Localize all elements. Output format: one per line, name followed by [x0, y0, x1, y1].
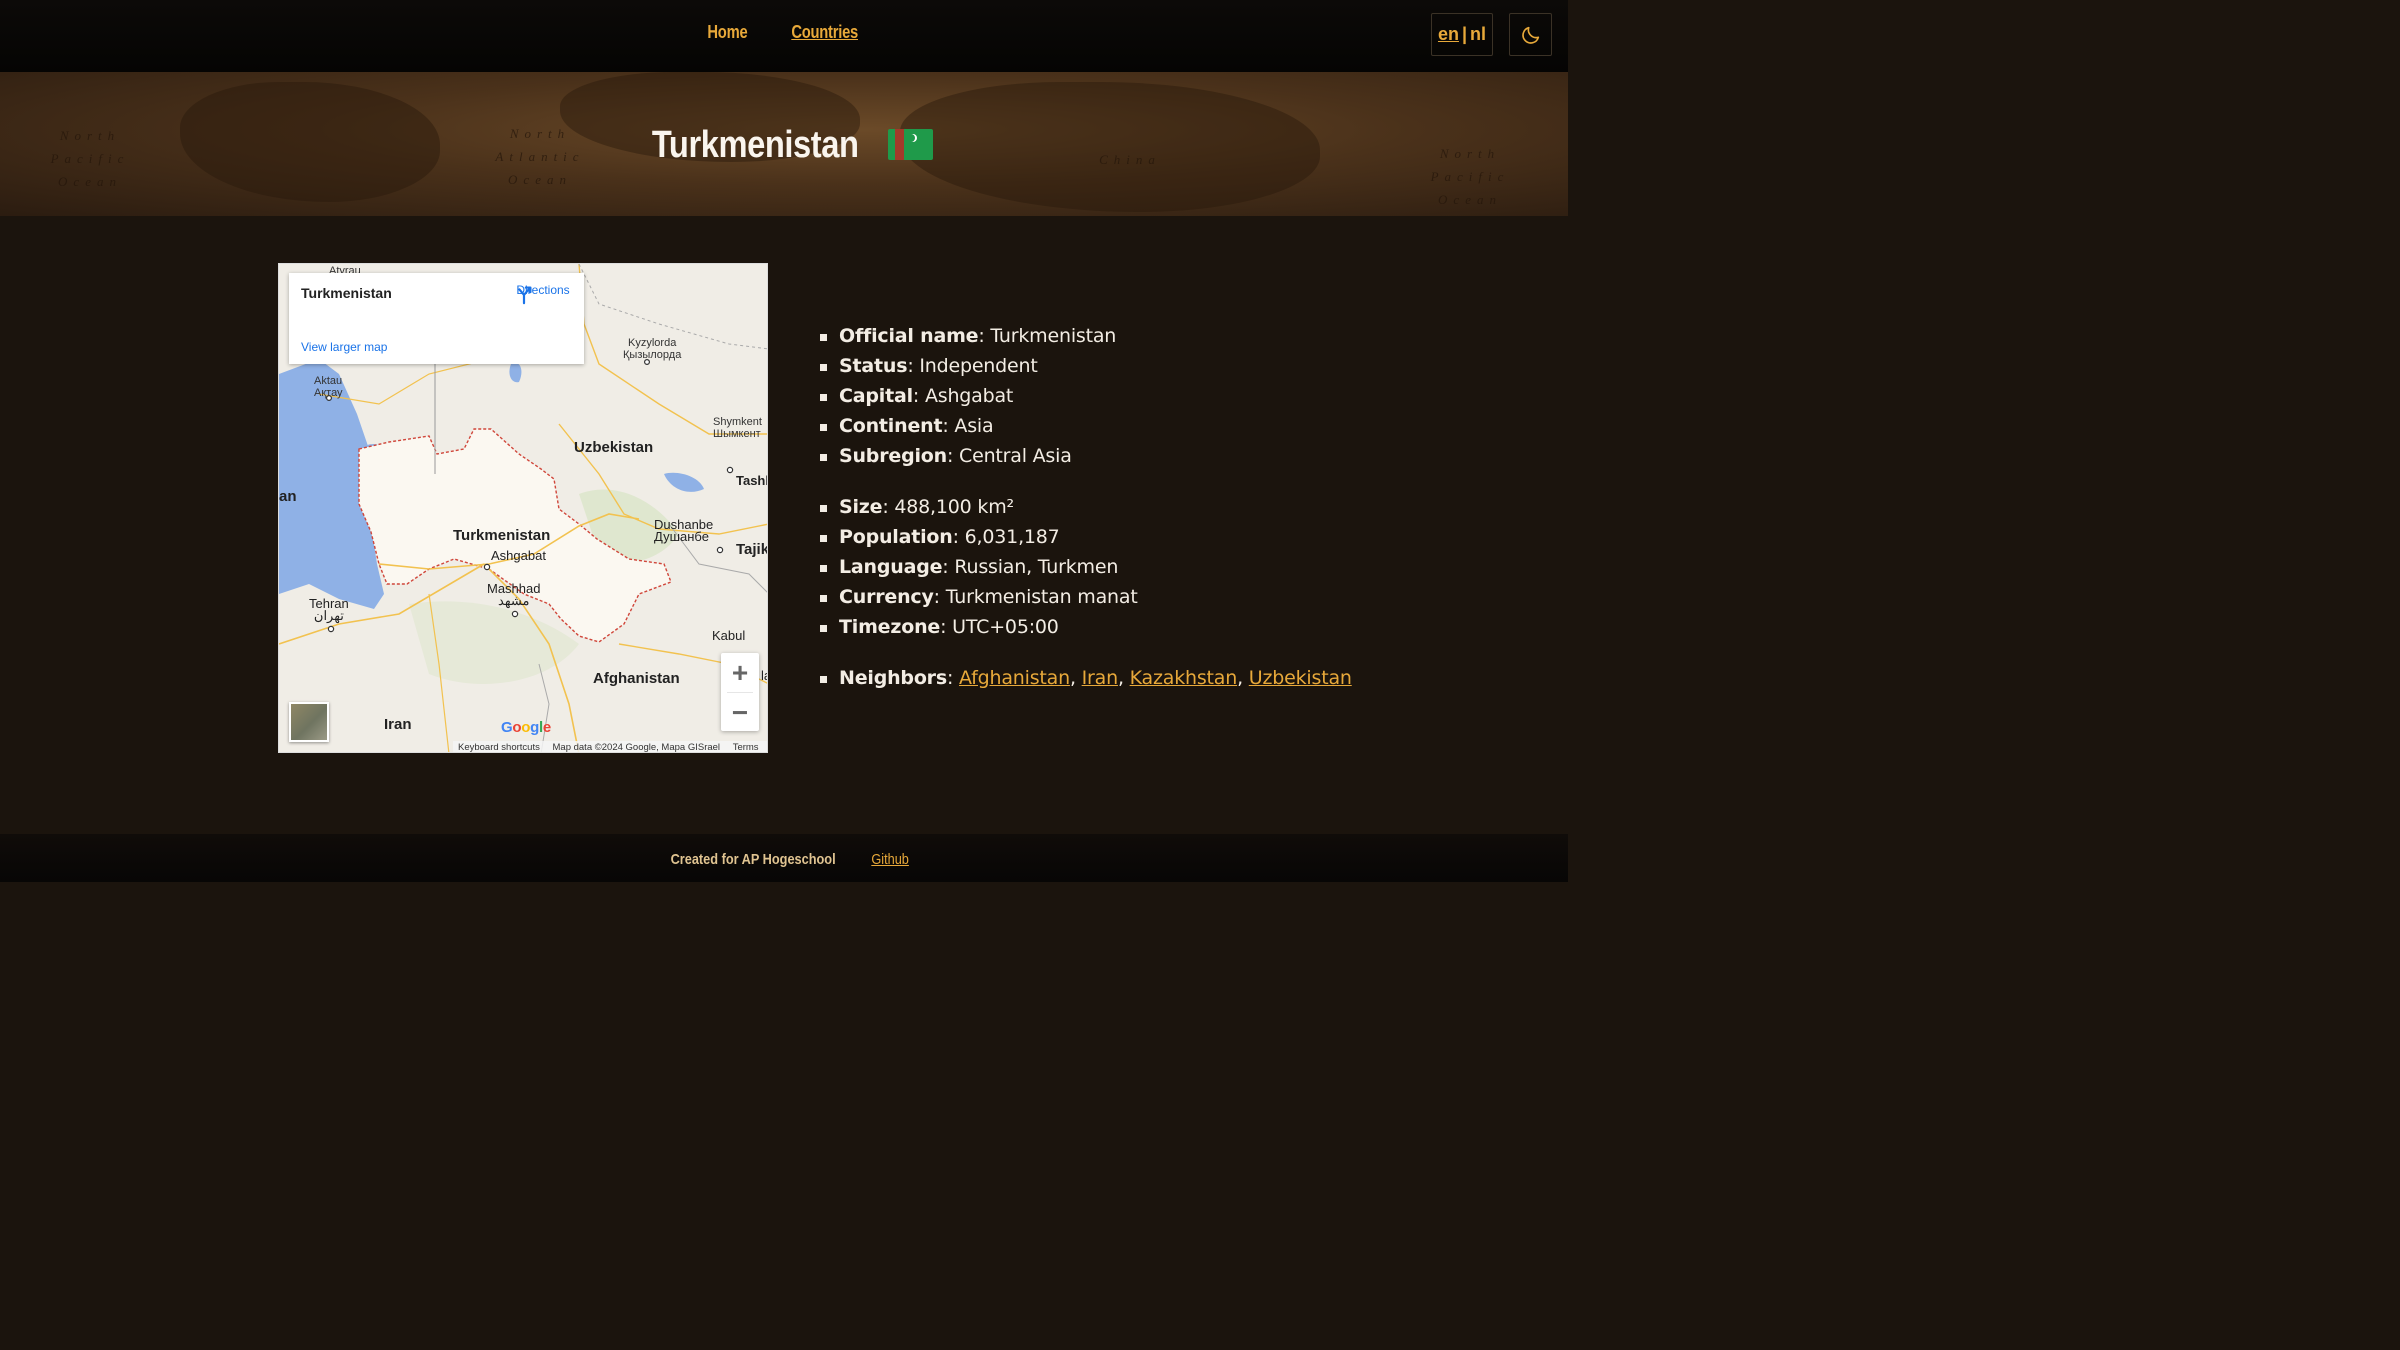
map-label: Mashhad مشهد	[487, 581, 541, 608]
map-label: an	[279, 488, 297, 505]
fact-continent: Continent: Asia	[820, 414, 1352, 444]
map-label: Kyzylorda Қызылорда	[623, 337, 682, 361]
moon-icon	[1521, 26, 1539, 44]
map-label: Afghanistan	[593, 670, 680, 687]
map-label: Uzbekistan	[574, 439, 654, 456]
map-data-credit: Map data ©2024 Google, Mapa GISrael	[552, 742, 721, 753]
facts-general-list: Official name: Turkmenistan Status: Inde…	[820, 324, 1352, 474]
zoom-in-button[interactable]: +	[721, 653, 759, 692]
neighbor-link-afghanistan[interactable]: Afghanistan	[959, 667, 1070, 689]
fact-size: Size: 488,100 km²	[820, 495, 1352, 525]
footer-credit: Created for AP Hogeschool	[670, 851, 836, 868]
top-navbar: Home Countries en | nl	[0, 0, 1568, 72]
map-label: la	[761, 668, 767, 683]
directions-button[interactable]: Directions	[513, 283, 573, 305]
theme-toggle-button[interactable]	[1509, 13, 1552, 56]
page-title: Turkmenistan	[0, 124, 1568, 167]
neighbor-link-kazakhstan[interactable]: Kazakhstan	[1130, 667, 1238, 689]
country-facts: Official name: Turkmenistan Status: Inde…	[820, 324, 1352, 696]
main-nav: Home Countries	[0, 22, 1568, 43]
fact-neighbors: Neighbors: Afghanistan, Iran, Kazakhstan…	[820, 666, 1352, 696]
lang-en-link[interactable]: en	[1438, 24, 1459, 45]
turkmenistan-flag-icon	[887, 129, 933, 160]
fact-official-name: Official name: Turkmenistan	[820, 324, 1352, 354]
lang-separator: |	[1461, 24, 1468, 44]
nav-home-link[interactable]: Home	[707, 22, 747, 43]
language-switcher: en | nl	[1431, 13, 1493, 56]
neighbor-link-uzbekistan[interactable]: Uzbekistan	[1249, 667, 1352, 689]
fact-population: Population: 6,031,187	[820, 525, 1352, 555]
fact-status: Status: Independent	[820, 354, 1352, 384]
map-label: Dushanbe Душанбе	[654, 517, 714, 544]
map-attribution-bar: Keyboard shortcuts Map data ©2024 Google…	[453, 741, 767, 753]
facts-neighbors-list: Neighbors: Afghanistan, Iran, Kazakhstan…	[820, 666, 1352, 696]
keyboard-shortcuts-link[interactable]: Keyboard shortcuts	[458, 742, 540, 752]
google-map-embed[interactable]: Atyrau Kyzylorda Қызылорда Aktau Ақтау Shy…	[278, 263, 768, 753]
fact-capital: Capital: Ashgabat	[820, 384, 1352, 414]
map-label: Tehran تهران	[309, 596, 349, 623]
map-label: Kabul	[712, 628, 746, 643]
fact-language: Language: Russian, Turkmen	[820, 555, 1352, 585]
terms-link[interactable]: Terms	[733, 742, 759, 752]
map-info-card: Turkmenistan Directions View larger map	[289, 273, 584, 364]
map-label: Ashgabat	[491, 548, 546, 563]
map-label: Iran	[384, 716, 412, 733]
hero-banner: North Pacific Ocean North Atlantic Ocean…	[0, 72, 1568, 216]
map-label: Aktau Ақтау	[314, 375, 343, 399]
directions-icon	[518, 286, 532, 305]
fact-subregion: Subregion: Central Asia	[820, 444, 1352, 474]
fact-timezone: Timezone: UTC+05:00	[820, 615, 1352, 645]
page-footer: Created for AP Hogeschool Github	[0, 834, 1568, 882]
github-link[interactable]: Github	[871, 851, 909, 868]
facts-stats-list: Size: 488,100 km² Population: 6,031,187 …	[820, 495, 1352, 645]
neighbor-link-iran[interactable]: Iran	[1082, 667, 1119, 689]
map-label: Shymkent Шымкент	[713, 416, 762, 440]
satellite-toggle-button[interactable]	[289, 702, 329, 742]
map-label: Tashk	[736, 473, 767, 488]
map-place-title: Turkmenistan	[301, 285, 392, 301]
lang-nl-link[interactable]: nl	[1470, 24, 1486, 45]
zoom-out-button[interactable]: −	[721, 693, 759, 732]
nav-countries-link[interactable]: Countries	[791, 22, 858, 43]
map-label: Turkmenistan	[453, 527, 551, 544]
map-zoom-control: + −	[721, 653, 759, 731]
map-label: Tajik	[736, 541, 768, 558]
google-logo: Google	[501, 719, 551, 736]
view-larger-map-link[interactable]: View larger map	[301, 340, 387, 354]
fact-currency: Currency: Turkmenistan manat	[820, 585, 1352, 615]
